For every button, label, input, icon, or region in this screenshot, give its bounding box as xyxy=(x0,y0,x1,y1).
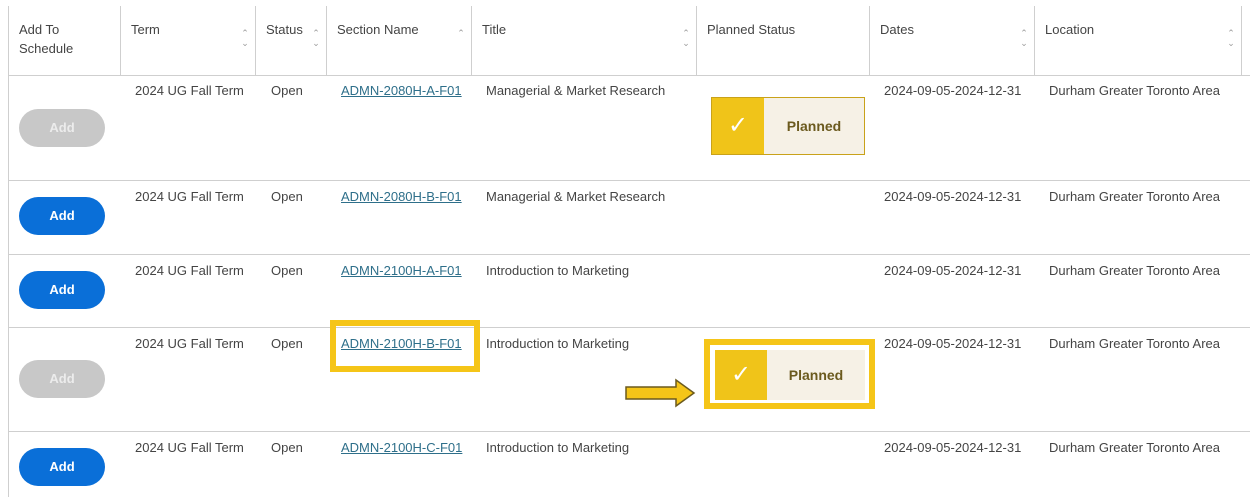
column-header-add-to-schedule: Add To Schedule xyxy=(8,6,121,75)
sort-icon[interactable]: ⌃ ⌄ xyxy=(1020,28,1028,54)
header-label: Section Name xyxy=(337,22,419,37)
location-cell: Durham Greater Toronto Area xyxy=(1049,83,1221,98)
table-header: Add To Schedule Term ⌃ ⌄ Status ⌃ ⌄ Section … xyxy=(8,6,1250,76)
column-header-title[interactable]: Title ⌃ ⌄ xyxy=(472,6,697,75)
sort-icon[interactable]: ⌃ ⌄ xyxy=(682,28,690,54)
planned-highlight-box xyxy=(704,339,875,409)
dates-cell: 2024-09-05-2024-12-31 xyxy=(884,189,1022,204)
check-icon: ✓ xyxy=(712,98,764,154)
title-cell: Introduction to Marketing xyxy=(486,263,630,278)
title-cell: Managerial & Market Research xyxy=(486,83,666,98)
dates-cell: 2024-09-05-2024-12-31 xyxy=(884,263,1022,278)
sort-icon[interactable]: ⌃ ⌄ xyxy=(1227,28,1235,54)
term-cell: 2024 UG Fall Term xyxy=(135,263,244,278)
section-highlight-box xyxy=(330,320,480,372)
header-label: Add To Schedule xyxy=(19,22,74,56)
section-link[interactable]: ADMN-2080H-A-F01 xyxy=(341,75,462,98)
table-row: Add 2024 UG Fall Term Open ADMN-2080H-A-… xyxy=(8,75,1250,181)
add-button[interactable]: Add xyxy=(19,448,105,486)
add-button: Add xyxy=(19,360,105,398)
term-cell: 2024 UG Fall Term xyxy=(135,440,244,455)
header-label: Planned Status xyxy=(707,22,796,37)
add-button[interactable]: Add xyxy=(19,271,105,309)
column-header-planned-status: Planned Status xyxy=(697,6,870,75)
title-cell: Managerial & Market Research xyxy=(486,189,666,204)
arrow-icon xyxy=(625,378,696,408)
sort-icon[interactable]: ⌃ xyxy=(457,28,465,54)
location-cell: Durham Greater Toronto Area xyxy=(1049,440,1221,455)
column-header-location[interactable]: Location ⌃ ⌄ xyxy=(1035,6,1242,75)
column-header-section-name[interactable]: Section Name ⌃ xyxy=(327,6,472,75)
table-row: Add 2024 UG Fall Term Open ADMN-2080H-B-… xyxy=(8,181,1250,255)
column-header-status[interactable]: Status ⌃ ⌄ xyxy=(256,6,327,75)
status-cell: Open xyxy=(271,440,303,455)
term-cell: 2024 UG Fall Term xyxy=(135,336,244,351)
table-row: Add 2024 UG Fall Term Open ADMN-2100H-A-… xyxy=(8,255,1250,328)
term-cell: 2024 UG Fall Term xyxy=(135,83,244,98)
term-cell: 2024 UG Fall Term xyxy=(135,189,244,204)
header-label: Status xyxy=(266,22,303,37)
column-header-dates[interactable]: Dates ⌃ ⌄ xyxy=(870,6,1035,75)
section-link[interactable]: ADMN-2100H-A-F01 xyxy=(341,255,462,278)
dates-cell: 2024-09-05-2024-12-31 xyxy=(884,336,1022,351)
location-cell: Durham Greater Toronto Area xyxy=(1049,263,1221,278)
sort-icon[interactable]: ⌃ ⌄ xyxy=(241,28,249,54)
dates-cell: 2024-09-05-2024-12-31 xyxy=(884,440,1022,455)
location-cell: Durham Greater Toronto Area xyxy=(1049,336,1221,351)
header-label: Location xyxy=(1045,22,1095,37)
status-cell: Open xyxy=(271,189,303,204)
section-link[interactable]: ADMN-2100H-C-F01 xyxy=(341,432,462,455)
dates-cell: 2024-09-05-2024-12-31 xyxy=(884,83,1022,98)
table-row: Add 2024 UG Fall Term Open ADMN-2100H-C-… xyxy=(8,432,1250,497)
add-button[interactable]: Add xyxy=(19,197,105,235)
title-cell: Introduction to Marketing xyxy=(486,440,630,455)
header-label: Dates xyxy=(880,22,914,37)
title-cell: Introduction to Marketing xyxy=(486,336,630,351)
column-header-term[interactable]: Term ⌃ ⌄ xyxy=(121,6,256,75)
planned-status-badge: ✓ Planned xyxy=(711,97,865,155)
section-link[interactable]: ADMN-2080H-B-F01 xyxy=(341,181,462,204)
status-cell: Open xyxy=(271,263,303,278)
status-cell: Open xyxy=(271,336,303,351)
sort-icon[interactable]: ⌃ ⌄ xyxy=(312,28,320,54)
add-button: Add xyxy=(19,109,105,147)
header-label: Title xyxy=(482,22,507,37)
status-cell: Open xyxy=(271,83,303,98)
planned-label: Planned xyxy=(786,118,842,134)
location-cell: Durham Greater Toronto Area xyxy=(1049,189,1221,204)
header-label: Term xyxy=(131,22,160,37)
